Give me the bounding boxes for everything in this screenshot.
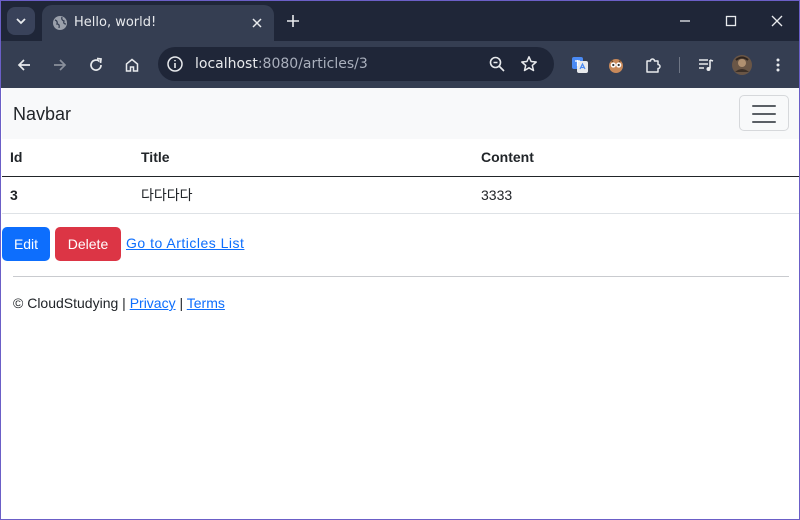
footer-divider: [13, 276, 789, 277]
window-close-button[interactable]: [765, 9, 789, 33]
translate-extension-button[interactable]: [568, 53, 592, 77]
arrow-right-icon: [54, 59, 67, 71]
chevron-down-icon: [16, 18, 26, 25]
playlist-icon: [699, 59, 714, 71]
table-row: 3 다다다다 3333: [2, 176, 799, 214]
owl-extension-icon: [609, 59, 623, 73]
hamburger-icon: [752, 105, 776, 107]
new-tab-button[interactable]: [283, 11, 303, 31]
info-icon[interactable]: [166, 55, 184, 73]
minimize-icon: [680, 20, 690, 22]
back-button[interactable]: [12, 53, 36, 77]
active-tab[interactable]: Hello, world!: [42, 5, 274, 41]
forward-button[interactable]: [48, 53, 72, 77]
column-header-title: Title: [133, 139, 473, 177]
plus-icon: [287, 15, 299, 27]
browser-window: Hello, world! localhost:8080/articles/3 …: [0, 0, 800, 520]
articles-table: Id Title Content 3 다다다다 3333: [2, 139, 799, 214]
close-icon: [252, 18, 262, 28]
tab-close-button[interactable]: [248, 14, 266, 32]
extensions-button[interactable]: [641, 53, 665, 77]
page-content: Navbar Id Title Content 3 다다다다 3333 Edit…: [2, 88, 799, 519]
cell-id: 3: [2, 176, 133, 214]
url-host: localhost: [195, 56, 258, 72]
navbar: Navbar: [2, 88, 799, 139]
browser-menu-button[interactable]: [766, 53, 790, 77]
footer-copyright: © CloudStudying |: [13, 295, 130, 311]
hamburger-icon-bar: [752, 121, 776, 123]
media-controls-button[interactable]: [694, 53, 718, 77]
cell-title: 다다다다: [133, 176, 473, 214]
minimize-button[interactable]: [673, 9, 697, 33]
hamburger-icon-bar: [752, 113, 776, 115]
footer-separator: |: [175, 295, 187, 311]
reload-icon: [90, 57, 102, 71]
column-header-id: Id: [2, 139, 133, 177]
tab-title: Hello, world!: [74, 15, 157, 30]
reload-button[interactable]: [84, 53, 108, 77]
articles-list-link[interactable]: Go to Articles List: [126, 235, 244, 251]
globe-icon: [53, 16, 67, 30]
puzzle-icon: [646, 58, 661, 73]
footer: © CloudStudying | Privacy | Terms: [13, 295, 225, 311]
translate-icon: [572, 57, 588, 73]
arrow-left-icon: [17, 59, 30, 71]
cell-content: 3333: [473, 176, 799, 214]
toolbar-separator: [679, 57, 680, 73]
bookmark-star-icon[interactable]: [520, 55, 538, 73]
url-text[interactable]: localhost:8080/articles/3: [195, 56, 368, 72]
address-bar[interactable]: localhost:8080/articles/3: [158, 47, 554, 81]
more-vertical-icon: [776, 58, 780, 72]
url-path: :8080/articles/3: [257, 56, 368, 72]
avatar: [732, 55, 752, 75]
home-icon: [125, 58, 139, 72]
maximize-button[interactable]: [719, 9, 743, 33]
browser-toolbar: localhost:8080/articles/3: [1, 41, 799, 88]
character-extension-button[interactable]: [604, 53, 628, 77]
maximize-icon: [725, 15, 737, 27]
home-button[interactable]: [120, 53, 144, 77]
navbar-toggler-button[interactable]: [739, 95, 789, 131]
zoom-icon[interactable]: [488, 55, 506, 73]
table-header-row: Id Title Content: [2, 139, 799, 177]
edit-button[interactable]: Edit: [2, 227, 50, 261]
navbar-brand[interactable]: Navbar: [13, 104, 71, 125]
tab-strip: Hello, world!: [1, 1, 799, 41]
delete-button[interactable]: Delete: [55, 227, 121, 261]
profile-button[interactable]: [730, 53, 754, 77]
column-header-content: Content: [473, 139, 799, 177]
close-icon: [771, 15, 783, 27]
terms-link[interactable]: Terms: [187, 295, 225, 311]
privacy-link[interactable]: Privacy: [130, 295, 176, 311]
tab-search-button[interactable]: [7, 7, 35, 35]
